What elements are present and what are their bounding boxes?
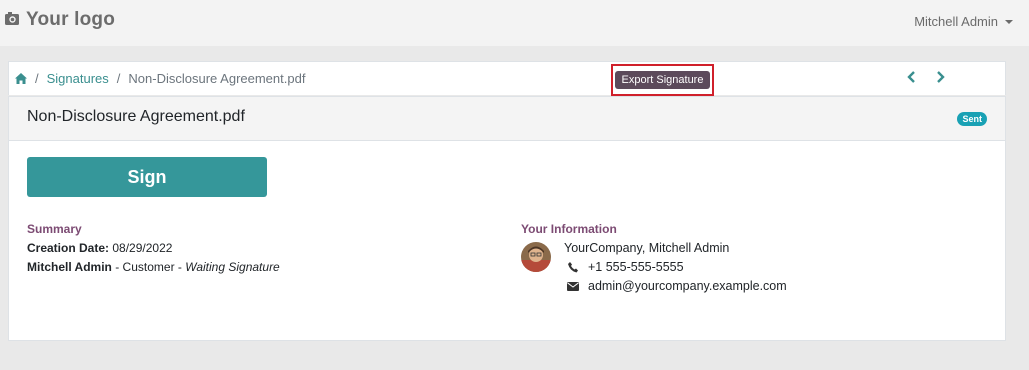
camera-icon (5, 9, 26, 31)
phone-icon (566, 262, 580, 273)
phone-row: +1 555-555-5555 (564, 258, 787, 277)
phone-value: +1 555-555-5555 (588, 260, 684, 274)
logo-text: Your logo (26, 9, 116, 30)
sign-button[interactable]: Sign (27, 157, 267, 197)
signer-name: Mitchell Admin (27, 260, 112, 274)
export-highlight-box: Export Signature (611, 64, 714, 96)
creation-date-label: Creation Date: (27, 241, 110, 255)
company-name: YourCompany, Mitchell Admin (564, 241, 730, 255)
breadcrumb-signatures-link[interactable]: Signatures (47, 71, 109, 86)
envelope-icon (566, 282, 580, 291)
summary-title: Summary (27, 222, 82, 236)
export-signature-button[interactable]: Export Signature (614, 71, 711, 89)
user-name: Mitchell Admin (914, 14, 998, 29)
your-information-section: Your Information YourCompany, Mitchell A… (521, 220, 787, 299)
status-badge: Sent (957, 112, 987, 126)
contact-details: YourCompany, Mitchell Admin +1 555-555-5… (564, 239, 787, 296)
caret-down-icon (1005, 19, 1013, 24)
email-value: admin@yourcompany.example.com (588, 279, 787, 293)
user-menu[interactable]: Mitchell Admin (914, 14, 1013, 29)
signer-role: - Customer - (111, 260, 186, 274)
avatar (521, 242, 551, 272)
signer-row: Mitchell Admin - Customer - Waiting Sign… (27, 258, 280, 277)
creation-date-row: Creation Date: 08/29/2022 (27, 239, 280, 258)
chevron-left-icon[interactable] (903, 71, 919, 83)
summary-section: Summary Creation Date: 08/29/2022 Mitche… (27, 220, 280, 277)
top-navbar: Your logo Mitchell Admin (0, 0, 1029, 46)
card-header: Non-Disclosure Agreement.pdf Sent (9, 97, 1005, 141)
email-row: admin@yourcompany.example.com (564, 277, 787, 296)
document-title: Non-Disclosure Agreement.pdf (27, 108, 245, 125)
breadcrumb-separator: / (116, 71, 121, 86)
chevron-right-icon[interactable] (933, 71, 949, 83)
record-pager (889, 71, 949, 83)
your-information-body: YourCompany, Mitchell Admin +1 555-555-5… (521, 239, 787, 299)
breadcrumb-separator: / (35, 71, 39, 86)
creation-date-value: 08/29/2022 (112, 241, 173, 255)
document-card: Non-Disclosure Agreement.pdf Sent Sign S… (8, 96, 1006, 341)
home-icon[interactable] (15, 73, 27, 84)
breadcrumb-bar: / Signatures / Non-Disclosure Agreement.… (8, 61, 1006, 96)
breadcrumb-current: Non-Disclosure Agreement.pdf (128, 71, 306, 86)
breadcrumb: / Signatures / Non-Disclosure Agreement.… (15, 71, 305, 86)
signer-status: Waiting Signature (185, 260, 280, 274)
logo[interactable]: Your logo (5, 9, 115, 31)
your-information-title: Your Information (521, 222, 617, 236)
